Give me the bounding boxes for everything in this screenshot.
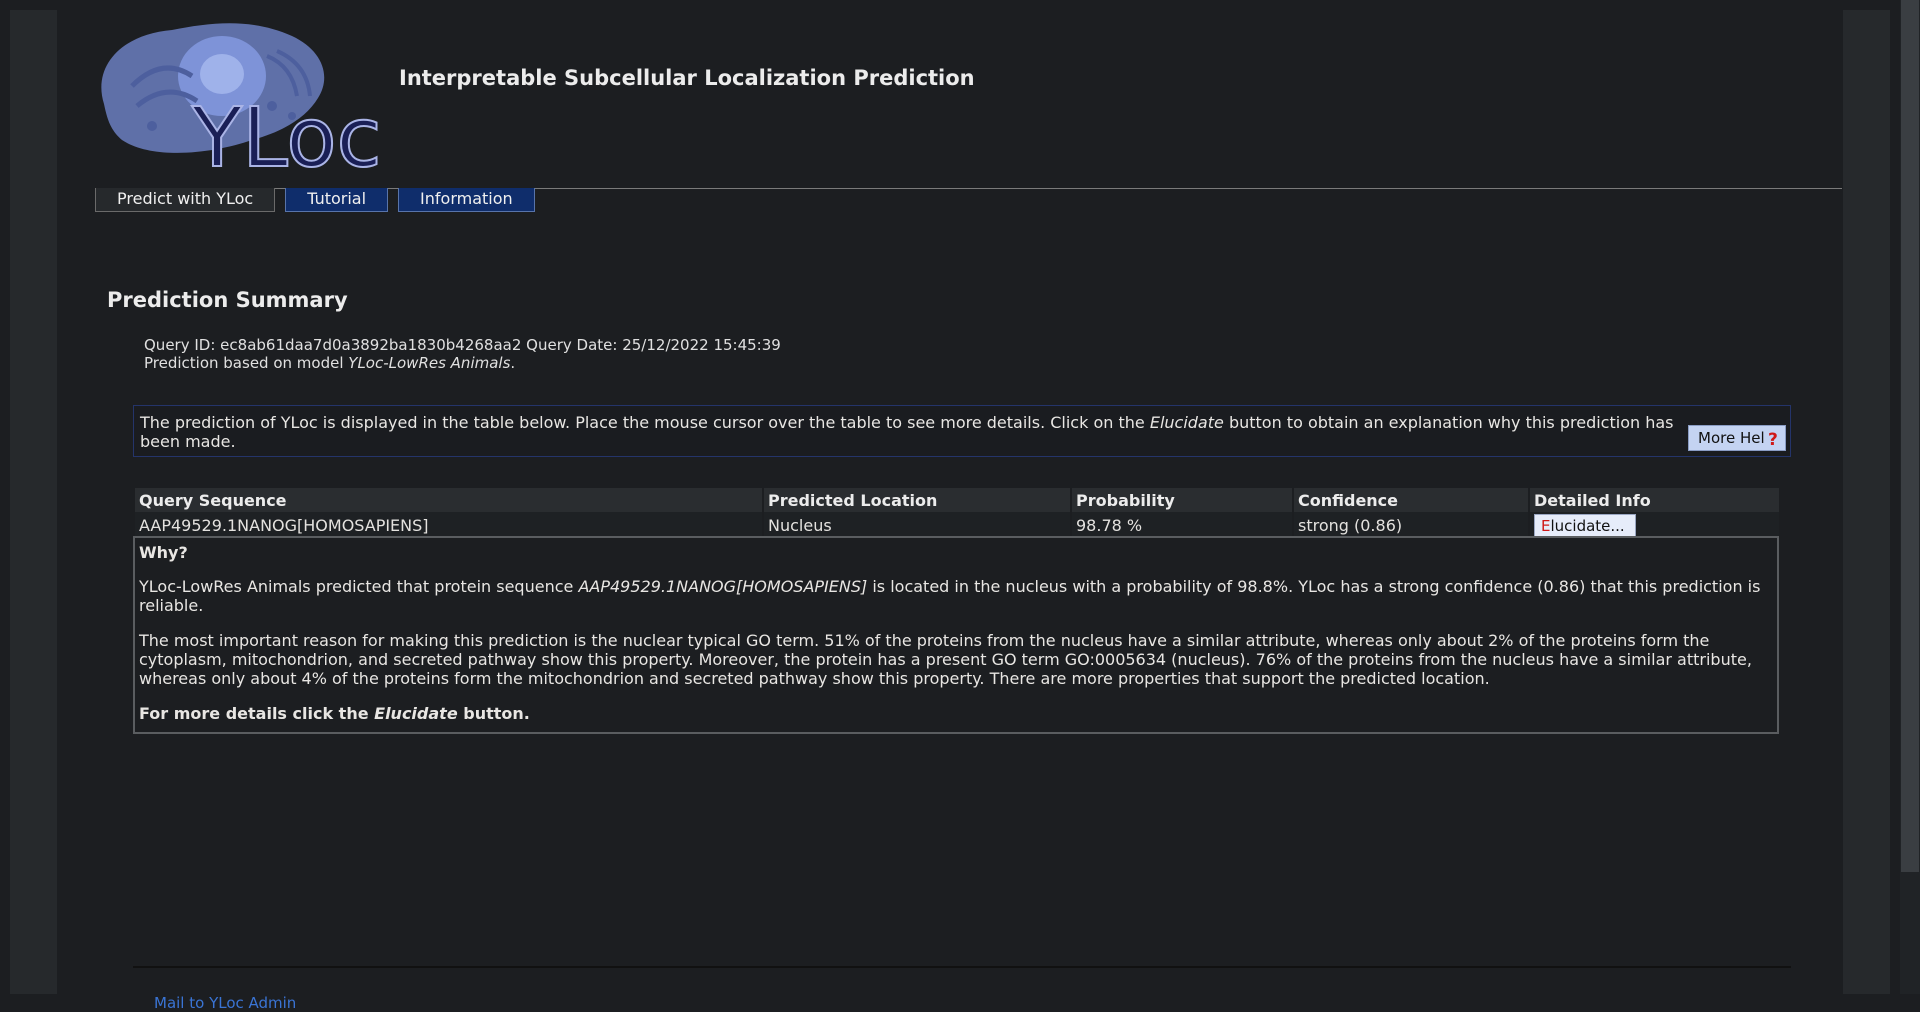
logo-text: YLoc (191, 91, 382, 176)
cell-sequence: AAP49529.1NANOG[HOMOSAPIENS] (135, 512, 762, 538)
outer-margin (0, 0, 10, 994)
foot-after: button. (463, 704, 530, 723)
mail-admin-link[interactable]: Mail to YLoc Admin (154, 994, 296, 1012)
query-id: ec8ab61daa7d0a3892ba1830b4268aa2 (220, 336, 522, 354)
results-table: Query Sequence Predicted Location Probab… (133, 488, 1781, 538)
tab-predict[interactable]: Predict with YLoc (95, 188, 276, 212)
footer-divider (133, 966, 1791, 968)
query-id-line: Query ID: ec8ab61daa7d0a3892ba1830b4268a… (144, 336, 781, 354)
more-help-button[interactable]: More Hel ? (1688, 425, 1786, 451)
explanation-paragraph-2: The most important reason for making thi… (139, 631, 1752, 688)
query-id-label: Query ID: (144, 336, 216, 354)
tab-tutorial[interactable]: Tutorial (285, 188, 389, 212)
col-header-confidence: Confidence (1294, 488, 1528, 512)
p1-sequence: AAP49529.1NANOG[HOMOSAPIENS] (578, 577, 868, 596)
cell-confidence: strong (0.86) (1294, 512, 1528, 538)
explanation-footer: For more details click the Elucidate but… (139, 704, 1773, 723)
tab-information[interactable]: Information (398, 188, 535, 212)
nav-tabs: Predict with YLoc Tutorial Information (95, 188, 535, 212)
p1-before: YLoc-LowRes Animals predicted that prote… (139, 577, 574, 596)
foot-emphasis: Elucidate (374, 704, 458, 723)
table-header-row: Query Sequence Predicted Location Probab… (135, 488, 1779, 512)
side-band-right (1843, 10, 1890, 994)
query-date-label: Query Date: (526, 336, 618, 354)
help-text: The prediction of YLoc is displayed in t… (140, 413, 1690, 451)
col-header-detailed-info: Detailed Info (1530, 488, 1779, 512)
explanation-box: Why? YLoc-LowRes Animals predicted that … (133, 536, 1779, 734)
query-date: 25/12/2022 15:45:39 (622, 336, 781, 354)
app-title: Interpretable Subcellular Localization P… (399, 66, 975, 90)
cell-location: Nucleus (764, 512, 1070, 538)
page-title: Prediction Summary (107, 288, 348, 312)
page-content: YLoc Interpretable Subcellular Localizat… (57, 10, 1843, 1012)
help-box: The prediction of YLoc is displayed in t… (133, 405, 1791, 457)
help-text-emphasis: Elucidate (1149, 413, 1224, 432)
col-header-location: Predicted Location (764, 488, 1070, 512)
query-info: Query ID: ec8ab61daa7d0a3892ba1830b4268a… (144, 336, 781, 372)
model-suffix: . (510, 354, 516, 372)
question-icon: ? (1768, 430, 1778, 450)
model-line: Prediction based on model YLoc-LowRes An… (144, 354, 781, 372)
col-header-probability: Probability (1072, 488, 1292, 512)
elucidate-button[interactable]: Elucidate... (1534, 514, 1636, 538)
elucidate-label: lucidate... (1550, 517, 1625, 535)
col-header-sequence: Query Sequence (135, 488, 762, 512)
help-text-before: The prediction of YLoc is displayed in t… (140, 413, 1145, 432)
foot-before: For more details click the (139, 704, 369, 723)
explanation-title: Why? (139, 543, 188, 562)
model-name: YLoc-LowRes Animals (348, 354, 511, 372)
yloc-logo: YLoc (101, 23, 382, 176)
table-row[interactable]: AAP49529.1NANOG[HOMOSAPIENS] Nucleus 98.… (135, 512, 1779, 538)
scrollbar-thumb[interactable] (1901, 0, 1919, 872)
side-band-left (10, 10, 57, 994)
cell-probability: 98.78 % (1072, 512, 1292, 538)
cell-detailed-info: Elucidate... (1530, 512, 1779, 538)
more-help-label: More Hel (1698, 429, 1765, 447)
model-prefix: Prediction based on model (144, 354, 344, 372)
explanation-paragraph-1: YLoc-LowRes Animals predicted that prote… (139, 577, 1773, 615)
